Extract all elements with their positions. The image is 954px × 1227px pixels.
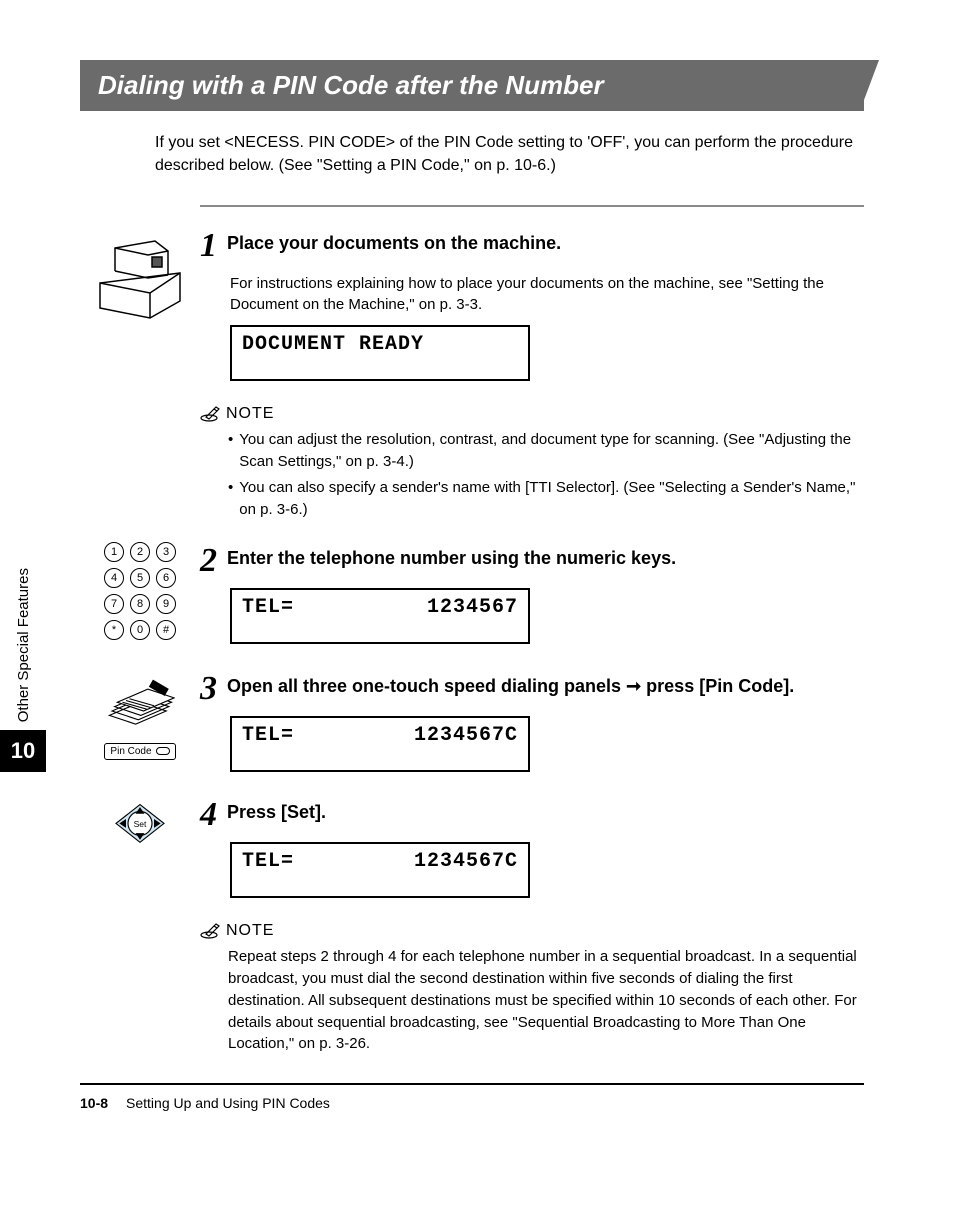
key-5: 5 xyxy=(130,568,150,588)
printer-icon xyxy=(90,233,190,323)
side-tab: Other Special Features 10 xyxy=(0,560,46,772)
note-item: •You can adjust the resolution, contrast… xyxy=(228,429,864,473)
pencil-icon xyxy=(200,923,220,939)
note-label: NOTE xyxy=(226,922,274,940)
lcd-right: 1234567C xyxy=(414,850,518,873)
step-number: 3 xyxy=(200,672,217,706)
note-text: You can also specify a sender's name wit… xyxy=(239,477,864,521)
step-title: Press [Set]. xyxy=(227,802,326,823)
pin-code-hole-icon xyxy=(156,747,170,755)
divider xyxy=(200,205,864,207)
note-block-1: NOTE •You can adjust the resolution, con… xyxy=(200,405,864,520)
lcd-right: 1234567C xyxy=(414,724,518,747)
lcd-display: TEL= 1234567 xyxy=(230,588,530,644)
step-title-suffix: press [Pin Code]. xyxy=(641,676,794,696)
step-number: 2 xyxy=(200,544,217,578)
section-heading: Dialing with a PIN Code after the Number xyxy=(80,60,864,111)
intro-text: If you set <NECESS. PIN CODE> of the PIN… xyxy=(155,131,854,177)
pin-code-label: Pin Code xyxy=(110,746,151,757)
note-item: •You can also specify a sender's name wi… xyxy=(228,477,864,521)
step-number: 4 xyxy=(200,798,217,832)
footer-rule xyxy=(80,1083,864,1085)
lcd-left: DOCUMENT READY xyxy=(242,333,424,356)
lcd-left: TEL= xyxy=(242,596,294,619)
note-text: You can adjust the resolution, contrast,… xyxy=(239,429,864,473)
pencil-icon xyxy=(200,406,220,422)
step-title-prefix: Open all three one-touch speed dialing p… xyxy=(227,676,626,696)
note-label: NOTE xyxy=(226,405,274,423)
lcd-right: 1234567 xyxy=(427,596,518,619)
lcd-display: TEL= 1234567C xyxy=(230,842,530,898)
footer-section: Setting Up and Using PIN Codes xyxy=(126,1095,330,1111)
page-number: 10-8 xyxy=(80,1095,108,1111)
key-2: 2 xyxy=(130,542,150,562)
step-2: 123 456 789 *0# 2 Enter the telephone nu… xyxy=(80,542,864,646)
key-4: 4 xyxy=(104,568,124,588)
step-title: Open all three one-touch speed dialing p… xyxy=(227,676,794,697)
key-0: 0 xyxy=(130,620,150,640)
key-6: 6 xyxy=(156,568,176,588)
lcd-left: TEL= xyxy=(242,724,294,747)
panel-icon xyxy=(105,676,175,729)
note-block-2: NOTE Repeat steps 2 through 4 for each t… xyxy=(200,922,864,1055)
keypad-icon: 123 456 789 * 0 # xyxy=(104,542,176,646)
page-footer: 10-8 Setting Up and Using PIN Codes xyxy=(80,1095,864,1111)
chapter-number: 10 xyxy=(0,730,46,772)
lcd-display: DOCUMENT READY xyxy=(230,325,530,381)
step-4: Set 4 Press [Set]. TEL= 1234567C xyxy=(80,796,864,898)
set-label: Set xyxy=(134,819,147,829)
key-3: 3 xyxy=(156,542,176,562)
key-9: 9 xyxy=(156,594,176,614)
lcd-display: TEL= 1234567C xyxy=(230,716,530,772)
set-button-icon: Set xyxy=(110,802,170,845)
step-1: 1 Place your documents on the machine. F… xyxy=(80,227,864,381)
key-star: * xyxy=(104,620,124,640)
key-8: 8 xyxy=(130,594,150,614)
note-text: Repeat steps 2 through 4 for each teleph… xyxy=(228,946,864,1055)
step-title: Place your documents on the machine. xyxy=(227,233,561,254)
lcd-left: TEL= xyxy=(242,850,294,873)
side-tab-label: Other Special Features xyxy=(11,560,36,730)
key-hash: # xyxy=(156,620,176,640)
key-7: 7 xyxy=(104,594,124,614)
step-title: Enter the telephone number using the num… xyxy=(227,548,676,569)
arrow-right-icon: ➞ xyxy=(626,676,641,696)
key-1: 1 xyxy=(104,542,124,562)
step-description: For instructions explaining how to place… xyxy=(230,273,864,315)
pin-code-button-icon: Pin Code xyxy=(104,743,175,760)
step-number: 1 xyxy=(200,229,217,263)
step-3: Pin Code 3 Open all three one-touch spee… xyxy=(80,670,864,772)
